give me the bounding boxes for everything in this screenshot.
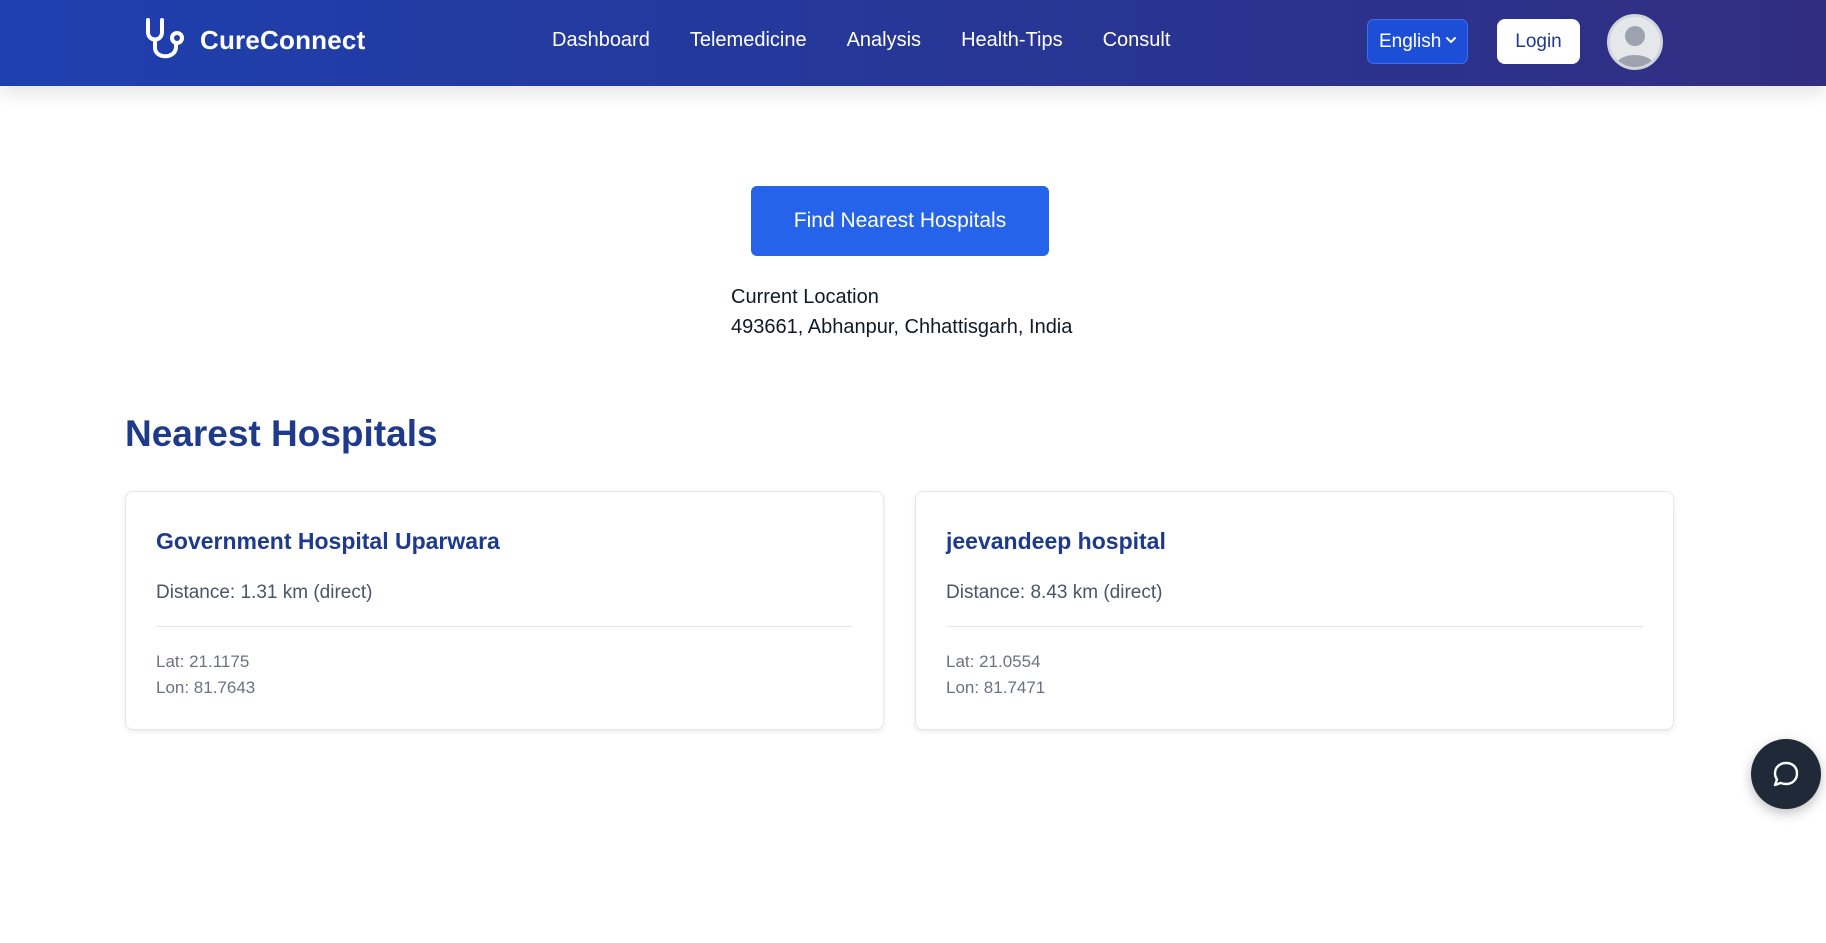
chat-button[interactable] [1751,739,1821,809]
language-select[interactable]: English [1367,19,1468,64]
avatar[interactable] [1607,14,1663,70]
current-location-label: Current Location [731,286,879,308]
top-navbar: CureConnect Dashboard Telemedicine Analy… [0,0,1826,86]
hospital-longitude: Lon: 81.7643 [156,678,256,697]
nav-link-analysis[interactable]: Analysis [847,29,921,52]
brand-name: CureConnect [200,24,366,55]
hospital-name: Government Hospital Uparwara [156,528,500,554]
hospital-longitude: Lon: 81.7471 [946,678,1046,697]
card-divider [156,626,853,627]
login-button-label: Login [1515,30,1562,52]
brand-logo[interactable]: CureConnect [140,16,365,64]
hospital-card: Government Hospital Uparwara Distance: 1… [125,491,884,730]
nav-link-dashboard[interactable]: Dashboard [552,29,650,52]
find-button-label: Find Nearest Hospitals [793,209,1007,232]
hospital-distance: Distance: 8.43 km (direct) [946,582,1163,603]
find-nearest-hospitals-button[interactable]: Find Nearest Hospitals [751,186,1049,256]
hospital-distance: Distance: 1.31 km (direct) [156,582,373,603]
main-nav: Dashboard Telemedicine Analysis Health-T… [552,29,1170,52]
section-title: Nearest Hospitals [125,413,438,454]
nav-link-consult[interactable]: Consult [1103,29,1171,52]
hospital-card: jeevandeep hospital Distance: 8.43 km (d… [915,491,1674,730]
nav-link-telemedicine[interactable]: Telemedicine [690,29,807,52]
card-divider [946,626,1643,627]
nav-link-health-tips[interactable]: Health-Tips [961,29,1063,52]
hospital-latitude: Lat: 21.1175 [156,652,250,671]
hospital-latitude: Lat: 21.0554 [946,652,1041,671]
current-location-value: 493661, Abhanpur, Chhattisgarh, India [731,316,1073,338]
language-select-value: English [1379,30,1442,52]
chat-bubble-icon [1773,761,1799,787]
hospital-name: jeevandeep hospital [946,528,1166,554]
stethoscope-icon [146,18,184,59]
chevron-down-icon [1446,37,1456,43]
login-button[interactable]: Login [1497,19,1580,64]
user-avatar-icon [1615,26,1655,67]
